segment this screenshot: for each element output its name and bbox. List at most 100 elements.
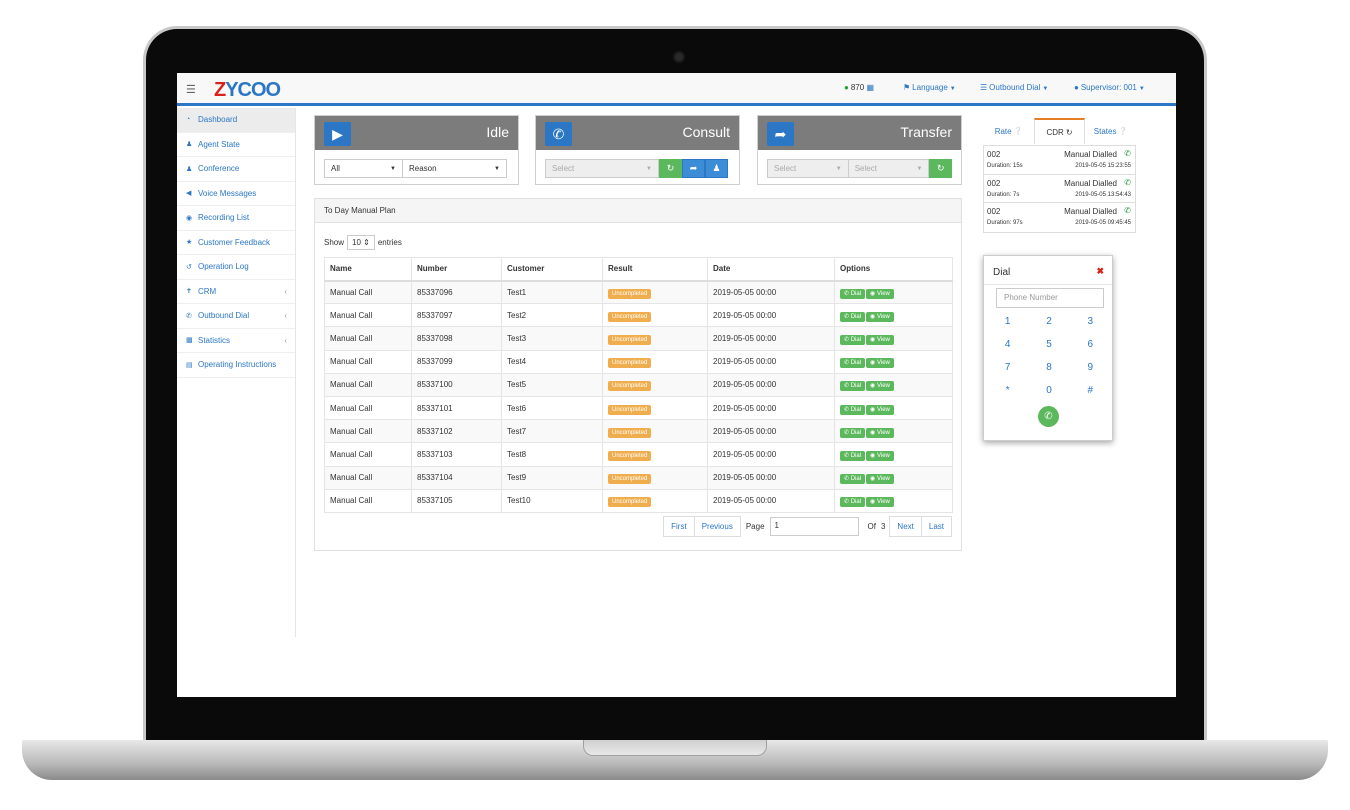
page-label: Page [745, 522, 765, 531]
logo: ZYCOO [214, 79, 281, 101]
keypad-key[interactable]: 6 [1070, 339, 1111, 355]
cell-customer: Test2 [501, 303, 603, 328]
outbound-dial-menu[interactable]: ☰ Outbound Dial ▼ [980, 83, 1048, 92]
supervisor-menu[interactable]: ● Supervisor: 001 ▼ [1074, 83, 1145, 92]
sidebar-item-operation-log[interactable]: ↺ Operation Log [177, 255, 295, 280]
cell-number: 85337103 [411, 442, 502, 467]
consult-refresh-button[interactable]: ↻ [659, 159, 682, 178]
sidebar-item-label: Voice Messages [198, 188, 257, 198]
view-row-button[interactable]: ◉ View [866, 497, 894, 508]
sidebar-item-conference[interactable]: ♟ Conference [177, 157, 295, 182]
close-icon[interactable]: ✖ [1096, 266, 1104, 277]
keypad-key[interactable]: 3 [1070, 316, 1111, 332]
keypad-key[interactable]: 2 [1028, 316, 1069, 332]
view-row-button[interactable]: ◉ View [866, 288, 894, 299]
next-page-button[interactable]: Next [889, 516, 922, 537]
view-row-button[interactable]: ◉ View [866, 334, 894, 345]
transfer-type-select[interactable]: Select ▼ [767, 159, 849, 178]
keypad-key[interactable]: 9 [1070, 362, 1111, 378]
cell-name: Manual Call [324, 326, 412, 351]
status-badge: Uncompleted [608, 474, 652, 485]
transfer-refresh-button[interactable]: ↻ [929, 159, 953, 178]
sidebar-item-outbound-dial[interactable]: ✆ Outbound Dial ‹ [177, 304, 295, 329]
language-menu[interactable]: ⚑ Language ▼ [903, 83, 956, 92]
sidebar-item-recording-list[interactable]: ◉ Recording List [177, 206, 295, 231]
column-header[interactable]: Result [602, 257, 708, 282]
cell-name: Manual Call [324, 303, 412, 328]
dial-row-button[interactable]: ✆ Dial [840, 311, 866, 322]
cdr-row[interactable]: 002 Duration: 7s Manual Dialled ✆ 2019-05-05… [984, 175, 1135, 204]
share-icon[interactable]: ➦ [767, 122, 794, 146]
column-header[interactable]: Date [707, 257, 835, 282]
column-header[interactable]: Customer [501, 257, 603, 282]
call-button[interactable]: ✆ [1038, 406, 1059, 427]
dial-row-button[interactable]: ✆ Dial [840, 497, 866, 508]
keypad-key[interactable]: * [987, 385, 1028, 401]
table-header-row: Name Number Customer Result Date Options [324, 257, 953, 282]
dial-row-button[interactable]: ✆ Dial [840, 381, 866, 392]
transfer-target-select[interactable]: Select ▼ [847, 159, 930, 178]
last-page-button[interactable]: Last [920, 516, 952, 537]
sidebar-item-customer-feedback[interactable]: ★ Customer Feedback [177, 231, 295, 255]
reason-select[interactable]: Reason ▼ [402, 159, 507, 178]
sidebar-item-label: Outbound Dial [198, 311, 250, 321]
sidebar-item-voice-messages[interactable]: ◀ Voice Messages [177, 182, 295, 206]
consult-select[interactable]: Select ▼ [545, 159, 659, 178]
view-row-button[interactable]: ◉ View [866, 311, 894, 322]
online-dot-icon: ● [844, 83, 849, 92]
caret-down-icon: ▼ [949, 86, 956, 92]
cell-customer: Test9 [501, 465, 603, 490]
view-row-button[interactable]: ◉ View [866, 381, 894, 392]
keypad-key[interactable]: 4 [987, 339, 1028, 355]
dial-row-button[interactable]: ✆ Dial [840, 288, 866, 299]
cdr-row[interactable]: 002 Duration: 97s Manual Dialled ✆ 2019-05-0… [984, 203, 1135, 232]
menu-toggle-icon[interactable]: ☰ [186, 83, 196, 96]
column-header[interactable]: Options [834, 257, 953, 282]
dial-row-button[interactable]: ✆ Dial [840, 427, 866, 438]
view-row-button[interactable]: ◉ View [866, 427, 894, 438]
keypad-key[interactable]: 8 [1028, 362, 1069, 378]
dial-row-button[interactable]: ✆ Dial [840, 404, 866, 415]
laptop-notch [583, 740, 767, 756]
phone-icon[interactable]: ✆ [545, 122, 572, 146]
users-icon: ♟ [186, 165, 193, 173]
tab-rate[interactable]: Rate ❔ [983, 118, 1034, 144]
phone-number-input[interactable]: Phone Number [996, 288, 1104, 308]
play-icon[interactable]: ▶ [324, 122, 351, 146]
view-row-button[interactable]: ◉ View [866, 474, 894, 485]
eye-icon: ◉ [870, 290, 876, 297]
sidebar-item-statistics[interactable]: ▩ Statistics ‹ [177, 329, 295, 353]
keypad-key[interactable]: 0 [1028, 385, 1069, 401]
entries-select[interactable]: 10 ⇕ [347, 235, 375, 250]
dial-row-button[interactable]: ✆ Dial [840, 474, 866, 485]
cdr-row[interactable]: 002 Duration: 15s Manual Dialled ✆ 2019-05-0… [984, 146, 1135, 175]
view-row-button[interactable]: ◉ View [866, 450, 894, 461]
page-number-input[interactable]: 1 [769, 517, 859, 536]
sidebar-item-agent-state[interactable]: ♟ Agent State [177, 133, 295, 157]
keypad-key[interactable]: 1 [987, 316, 1028, 332]
consult-forward-button[interactable]: ➦ [682, 159, 705, 178]
previous-page-button[interactable]: Previous [693, 516, 741, 537]
queue-indicator[interactable]: ● 870 ▦ [844, 83, 874, 92]
dial-row-button[interactable]: ✆ Dial [840, 450, 866, 461]
idle-state-select[interactable]: All ▼ [324, 159, 403, 178]
keypad-key[interactable]: 7 [987, 362, 1028, 378]
sidebar-item-dashboard[interactable]: ◔ Dashboard [177, 108, 295, 133]
view-row-button[interactable]: ◉ View [866, 404, 894, 415]
keypad-key[interactable]: # [1070, 385, 1111, 401]
caret-down-icon: ▼ [494, 165, 500, 172]
tab-cdr[interactable]: CDR ↻ [1034, 118, 1085, 144]
keypad-key[interactable]: 5 [1028, 339, 1069, 355]
sidebar-item-crm[interactable]: ✝ CRM ‹ [177, 280, 295, 304]
column-header[interactable]: Name [324, 257, 412, 282]
list-icon: ☰ [980, 83, 988, 92]
dial-row-button[interactable]: ✆ Dial [840, 358, 866, 369]
cell-result: Uncompleted [602, 372, 708, 397]
tab-states[interactable]: States ❔ [1085, 118, 1136, 144]
view-row-button[interactable]: ◉ View [866, 358, 894, 369]
column-header[interactable]: Number [411, 257, 502, 282]
sidebar-item-operating-instructions[interactable]: ▤ Operating Instructions [177, 353, 295, 378]
consult-group-button[interactable]: ♟ [705, 159, 728, 178]
dial-row-button[interactable]: ✆ Dial [840, 334, 866, 345]
first-page-button[interactable]: First [663, 516, 695, 537]
